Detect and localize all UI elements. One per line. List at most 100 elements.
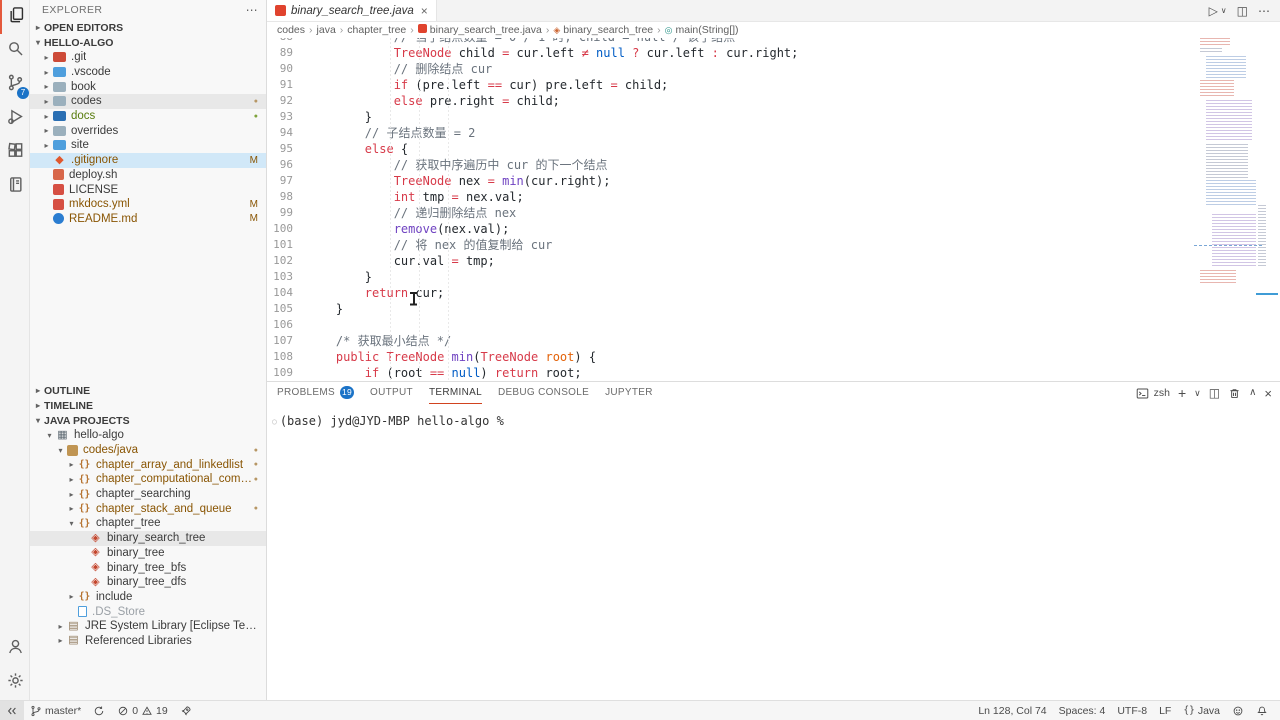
code-line-101[interactable]: 101 // 将 nex 的值复制给 cur [267,237,1190,253]
eol-setting[interactable]: LF [1153,705,1177,717]
minimap[interactable] [1192,38,1266,381]
code-line-107[interactable]: 107 /* 获取最小结点 */ [267,333,1190,349]
section-root-folder[interactable]: ▾ HELLO-ALGO [30,35,266,50]
project-row-binary_tree_bfs[interactable]: ◈binary_tree_bfs [30,560,266,575]
tab-binary-search-tree[interactable]: binary_search_tree.java × [267,0,437,21]
panel-tab-output[interactable]: OUTPUT [370,382,413,404]
file-row-.vscode[interactable]: ▸.vscode [30,65,266,80]
code-viewport[interactable]: 88 // 当子结点数量 = 0 / 1 时, child = null / 该… [267,38,1190,381]
code-line-104[interactable]: 104 return cur; [267,285,1190,301]
project-row-JRESystemLibraryEclipseTemurin1717[interactable]: ▸▤JRE System Library [Eclipse Temurin 17… [30,619,266,634]
overview-ruler[interactable] [1266,0,1280,381]
project-row-binary_tree_dfs[interactable]: ◈binary_tree_dfs [30,575,266,590]
breadcrumb-item[interactable]: codes [277,24,305,36]
activity-account[interactable] [0,632,30,666]
activity-run-debug[interactable] [0,102,30,136]
project-row-hello-algo[interactable]: ▾▦hello-algo [30,428,266,443]
code-line-103[interactable]: 103 } [267,269,1190,285]
code-line-91[interactable]: 91 if (pre.left == cur) pre.left = child… [267,77,1190,93]
project-row-ReferencedLibraries[interactable]: ▸▤Referenced Libraries [30,634,266,649]
file-row-LICENSE[interactable]: LICENSE [30,182,266,197]
code-line-95[interactable]: 95 else { [267,141,1190,157]
panel-tab-terminal[interactable]: TERMINAL [429,382,482,404]
code-line-105[interactable]: 105 } [267,301,1190,317]
run-button[interactable]: ▷ [1209,4,1218,18]
code-line-108[interactable]: 108 public TreeNode min(TreeNode root) { [267,349,1190,365]
remote-indicator[interactable] [0,701,24,720]
code-line-89[interactable]: 89 TreeNode child = cur.left ≠ null ? cu… [267,45,1190,61]
shell-selector[interactable]: zsh [1154,388,1170,399]
new-terminal-button[interactable]: + [1178,386,1186,400]
notifications-bell-icon[interactable] [1250,705,1274,717]
breadcrumb-item[interactable]: chapter_tree [347,24,406,36]
breadcrumb-item[interactable]: java [317,24,336,36]
terminal[interactable]: ○ (base) jyd@JYD-MBP hello-algo % [267,404,1280,428]
close-icon[interactable]: × [421,4,428,18]
encoding-setting[interactable]: UTF-8 [1111,705,1153,717]
code-line-109[interactable]: 109 if (root == null) return root; [267,365,1190,381]
git-branch-status[interactable]: master* [24,701,87,720]
project-row-chapter_tree[interactable]: ▾{}chapter_tree [30,516,266,531]
split-editor-icon[interactable]: ◫ [1237,4,1248,18]
panel-tab-jupyter[interactable]: JUPYTER [605,382,653,404]
project-row-include[interactable]: ▸{}include [30,590,266,605]
breadcrumb-item[interactable]: ◎ main(String[]) [665,24,739,36]
section-outline[interactable]: ▸ OUTLINE [30,383,266,398]
code-line-90[interactable]: 90 // 删除结点 cur [267,61,1190,77]
file-row-README.md[interactable]: README.mdM [30,212,266,227]
panel-tab-debug-console[interactable]: DEBUG CONSOLE [498,382,589,404]
rocket-icon[interactable] [174,701,198,720]
maximize-panel-icon[interactable]: ∧ [1249,388,1256,398]
activity-notebook[interactable] [0,170,30,204]
problems-status[interactable]: 0 19 [111,701,174,720]
code-line-99[interactable]: 99 // 递归删除结点 nex [267,205,1190,221]
section-java-projects[interactable]: ▾ JAVA PROJECTS [30,413,266,428]
sync-button[interactable] [87,701,111,720]
activity-search[interactable] [0,34,30,68]
code-line-100[interactable]: 100 remove(nex.val); [267,221,1190,237]
activity-source-control[interactable]: 7 [0,68,30,102]
section-open-editors[interactable]: ▸ OPEN EDITORS [30,20,266,35]
feedback-smiley-icon[interactable] [1226,705,1250,717]
file-row-.gitignore[interactable]: ◆.gitignoreM [30,153,266,168]
file-row-mkdocs.yml[interactable]: mkdocs.ymlM [30,197,266,212]
project-row-chapter_stack_and_queue[interactable]: ▸{}chapter_stack_and_queue● [30,501,266,516]
breadcrumb-item[interactable]: binary_search_tree.java [418,24,542,36]
code-line-102[interactable]: 102 cur.val = tmp; [267,253,1190,269]
code-line-93[interactable]: 93 } [267,109,1190,125]
project-row-DS_Store[interactable]: .DS_Store [30,604,266,619]
breadcrumb-item[interactable]: ◈ binary_search_tree [553,24,653,36]
project-row-chapter_searching[interactable]: ▸{}chapter_searching [30,487,266,502]
file-row-overrides[interactable]: ▸overrides [30,123,266,138]
activity-extensions[interactable] [0,136,30,170]
indentation-setting[interactable]: Spaces: 4 [1053,705,1112,717]
file-row-book[interactable]: ▸book [30,79,266,94]
more-actions-icon[interactable]: ⋯ [246,3,258,17]
code-line-106[interactable]: 106 [267,317,1190,333]
file-row-.git[interactable]: ▸.git [30,50,266,65]
file-row-codes[interactable]: ▸codes● [30,94,266,109]
project-row-chapter_computational_complexity[interactable]: ▸{}chapter_computational_complexity● [30,472,266,487]
file-row-site[interactable]: ▸site [30,138,266,153]
code-line-98[interactable]: 98 int tmp = nex.val; [267,189,1190,205]
terminal-dropdown-icon[interactable]: ∨ [1194,389,1201,398]
cursor-position[interactable]: Ln 128, Col 74 [972,705,1052,717]
section-timeline[interactable]: ▸ TIMELINE [30,398,266,413]
file-row-deploy.sh[interactable]: deploy.sh [30,168,266,183]
panel-tab-problems[interactable]: PROBLEMS 19 [277,382,354,404]
code-line-94[interactable]: 94 // 子结点数量 = 2 [267,125,1190,141]
activity-settings[interactable] [0,666,30,700]
code-line-96[interactable]: 96 // 获取中序遍历中 cur 的下一个结点 [267,157,1190,173]
run-chevron-icon[interactable]: ∨ [1221,6,1227,15]
language-mode[interactable]: {} Java [1177,705,1226,717]
code-line-88[interactable]: 88 // 当子结点数量 = 0 / 1 时, child = null / 该… [267,38,1190,45]
kill-terminal-icon[interactable] [1228,387,1241,400]
activity-explorer[interactable] [0,0,30,34]
code-line-97[interactable]: 97 TreeNode nex = min(cur.right); [267,173,1190,189]
split-terminal-icon[interactable]: ◫ [1209,387,1220,399]
code-line-92[interactable]: 92 else pre.right = child; [267,93,1190,109]
project-row-binary_tree[interactable]: ◈binary_tree [30,546,266,561]
close-panel-icon[interactable]: × [1264,387,1272,400]
project-row-chapter_array_and_linkedlist[interactable]: ▸{}chapter_array_and_linkedlist● [30,457,266,472]
project-row-binary_search_tree[interactable]: ◈binary_search_tree [30,531,266,546]
